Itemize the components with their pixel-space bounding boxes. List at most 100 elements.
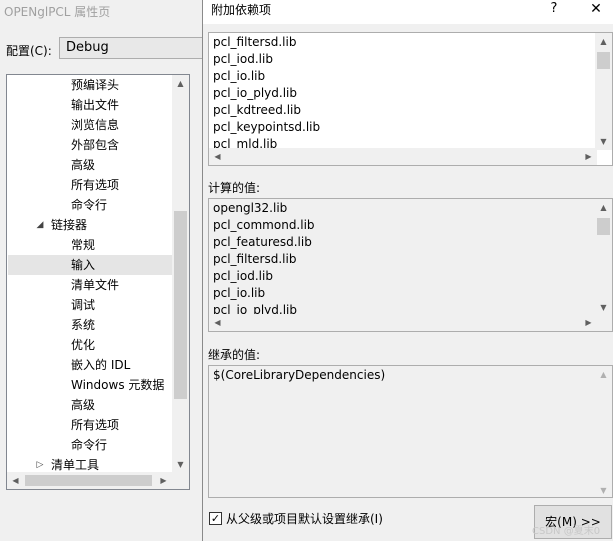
scroll-thumb[interactable] (597, 218, 610, 235)
tree-item[interactable]: 优化 (8, 335, 173, 355)
inherit-checkbox[interactable]: ✓ (209, 512, 222, 525)
dependency-line: pcl_iod.lib (213, 52, 273, 66)
computed-value-line: pcl_featuresd.lib (213, 235, 312, 249)
scroll-up-icon[interactable]: ▲ (595, 366, 612, 383)
computed-value-line: opengl32.lib (213, 201, 288, 215)
tree-item[interactable]: 命令行 (8, 435, 173, 455)
scroll-down-icon[interactable]: ▼ (595, 299, 612, 316)
tree-item-label: 链接器 (51, 218, 88, 232)
tree-item-label: 清单文件 (71, 278, 120, 292)
property-tree: 预编译头 输出文件 浏览信息 外部包含 高级 所有选项 命令行 ◢ 链接器 常规 输入 清单文件 调试系… (6, 74, 190, 490)
config-select[interactable]: Debug (59, 37, 209, 59)
computed-vertical-scrollbar[interactable]: ▲ ▼ (595, 199, 612, 316)
dependency-line: pcl_io.lib (213, 69, 266, 83)
scroll-right-icon[interactable]: ▶ (580, 314, 597, 331)
dependency-line: pcl_filtersd.lib (213, 35, 297, 49)
scroll-down-icon[interactable]: ▼ (595, 133, 612, 150)
edit-horizontal-scrollbar[interactable]: ◀ ▶ (209, 148, 597, 165)
computed-value-line: pcl_io.lib (213, 286, 266, 300)
scroll-right-icon[interactable]: ▶ (155, 472, 172, 489)
tree-item[interactable]: 预编译头 (8, 75, 173, 95)
additional-dependencies-dialog: 附加依赖项 ? ✕ pcl_filtersd.lib pcl_iod.lib pcl… (202, 0, 613, 541)
collapsed-arrow-icon[interactable]: ▷ (34, 455, 46, 473)
tree-item-label: 命令行 (71, 198, 108, 212)
scroll-down-icon[interactable]: ▼ (172, 456, 189, 473)
tree-item[interactable]: 高级 (8, 155, 173, 175)
computed-lines: opengl32.lib pcl_commond.lib pcl_featuresd… (213, 200, 315, 319)
tree-item[interactable]: 高级 (8, 395, 173, 415)
inherited-values-label: 继承的值: (208, 348, 261, 362)
tree-item-label: 高级 (71, 158, 96, 172)
tree-item[interactable]: 输出文件 (8, 95, 173, 115)
tree-item-label: 输出文件 (71, 98, 120, 112)
tree-horizontal-scrollbar[interactable]: ◀ ▶ (7, 472, 189, 489)
screen: OPENglPCL 属性页 配置(C): Debug 预编译头输出文件浏览信息外… (0, 0, 613, 541)
expanded-arrow-icon[interactable]: ◢ (34, 215, 46, 235)
scroll-thumb[interactable] (597, 52, 610, 69)
tree-item-label: 所有选项 (71, 418, 120, 432)
tree-item-label: 高级 (71, 398, 96, 412)
scroll-thumb[interactable] (25, 475, 152, 486)
dependencies-edit-box[interactable]: pcl_filtersd.lib pcl_iod.lib pcl_io.libpcl… (208, 32, 613, 166)
edit-vertical-scrollbar[interactable]: ▲ ▼ (595, 33, 612, 150)
tree-item[interactable]: ◢ 链接器 (8, 215, 173, 235)
tree-item[interactable]: 常规 (8, 235, 173, 255)
close-button[interactable]: ✕ (579, 0, 613, 20)
tree-item-label: 外部包含 (71, 138, 120, 152)
tree-item[interactable]: ▷ 清单工具 (8, 455, 173, 473)
help-button[interactable]: ? (539, 0, 569, 20)
tree-item[interactable]: 所有选项 (8, 175, 173, 195)
inherit-label[interactable]: 从父级或项目默认设置继承(I) (226, 511, 383, 527)
computed-value-line: pcl_filtersd.lib (213, 252, 297, 266)
close-icon: ✕ (590, 1, 602, 17)
tree-item[interactable]: 所有选项 (8, 415, 173, 435)
dialog-title: 附加依赖项 (211, 3, 272, 17)
scroll-up-icon[interactable]: ▲ (595, 199, 612, 216)
tree-item[interactable]: 系统 (8, 315, 173, 335)
dependency-line: pcl_io_plyd.lib (213, 86, 297, 100)
inherited-value-line: $(CoreLibraryDependencies) (213, 368, 386, 382)
scroll-left-icon[interactable]: ◀ (7, 472, 24, 489)
tree-vertical-scrollbar[interactable]: ▲ ▼ (172, 75, 189, 473)
computed-horizontal-scrollbar[interactable]: ◀ ▶ (209, 314, 597, 331)
scroll-up-icon[interactable]: ▲ (172, 75, 189, 92)
scroll-right-icon[interactable]: ▶ (580, 148, 597, 165)
computed-value-line: pcl_commond.lib (213, 218, 315, 232)
tree-item[interactable]: 外部包含 (8, 135, 173, 155)
dependency-line: pcl_keypointsd.lib (213, 120, 321, 134)
tree-item-label: 清单工具 (51, 458, 100, 472)
tree-item-label: 输入 (71, 258, 96, 272)
inherited-vertical-scrollbar[interactable]: ▲ ▼ (595, 366, 612, 497)
tree-item-label: 优化 (71, 338, 96, 352)
tree-item-label: 命令行 (71, 438, 108, 452)
edit-lines: pcl_filtersd.lib pcl_iod.lib pcl_io.libpcl… (213, 34, 320, 153)
inherited-values-box[interactable]: $(CoreLibraryDependencies) ▲ ▼ (208, 365, 613, 498)
tree-item-label: 浏览信息 (71, 118, 120, 132)
scroll-down-icon[interactable]: ▼ (595, 482, 612, 497)
dependency-line: pcl_kdtreed.lib (213, 103, 301, 117)
scroll-left-icon[interactable]: ◀ (209, 314, 226, 331)
tree-item[interactable]: 调试 (8, 295, 173, 315)
tree-item-label: 嵌入的 IDL (71, 358, 131, 372)
computed-value-line: pcl_iod.lib (213, 269, 273, 283)
tree-item[interactable]: Windows 元数据 (8, 375, 173, 395)
tree-item[interactable]: 清单文件 (8, 275, 173, 295)
check-icon: ✓ (210, 512, 221, 525)
tree-item-label: 系统 (71, 318, 96, 332)
tree-list: 预编译头 输出文件 浏览信息 外部包含 高级 所有选项 命令行 ◢ 链接器 常规 输入 清单文件 调试系… (7, 75, 174, 473)
tree-item[interactable]: 命令行 (8, 195, 173, 215)
dialog-body: pcl_filtersd.lib pcl_iod.lib pcl_io.lib pcl… (203, 24, 613, 541)
computed-values-box[interactable]: opengl32.lib pcl_commond.lib pcl_featuresd… (208, 198, 613, 332)
tree-item[interactable]: 嵌入的 IDL (8, 355, 173, 375)
computed-values-label: 计算的值: (208, 181, 261, 195)
tree-item-label: 预编译头 (71, 78, 120, 92)
scroll-left-icon[interactable]: ◀ (209, 148, 226, 165)
config-label: 配置(C): (6, 44, 52, 58)
scroll-thumb[interactable] (174, 211, 187, 399)
scroll-up-icon[interactable]: ▲ (595, 33, 612, 50)
inherited-lines: $(CoreLibraryDependencies) (213, 367, 385, 384)
tree-item-label: 调试 (71, 298, 96, 312)
window-title: OPENglPCL 属性页 (4, 5, 111, 19)
tree-item[interactable]: 输入 (8, 255, 173, 275)
tree-item[interactable]: 浏览信息 (8, 115, 173, 135)
